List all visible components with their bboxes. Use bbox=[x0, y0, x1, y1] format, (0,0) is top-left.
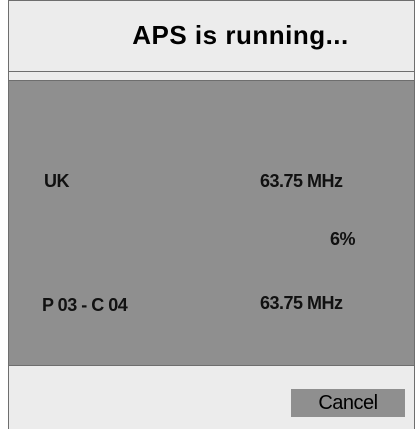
channel-frequency-value: 63.75 MHz bbox=[260, 293, 343, 313]
aps-dialog: APS is running... UK 63.75 MHz 6% P 03 -… bbox=[8, 0, 415, 429]
dialog-footer: Cancel bbox=[9, 366, 414, 429]
frequency-value: 63.75 MHz bbox=[260, 171, 343, 191]
dialog-header: APS is running... bbox=[9, 1, 414, 72]
channel-label: P 03 - C 04 bbox=[42, 295, 128, 315]
dialog-title: APS is running... bbox=[132, 20, 349, 50]
status-panel: UK 63.75 MHz 6% P 03 - C 04 63.75 MHz bbox=[9, 80, 414, 366]
progress-percent: 6% bbox=[330, 229, 356, 249]
country-label: UK bbox=[44, 171, 70, 191]
cancel-button[interactable]: Cancel bbox=[291, 389, 405, 417]
